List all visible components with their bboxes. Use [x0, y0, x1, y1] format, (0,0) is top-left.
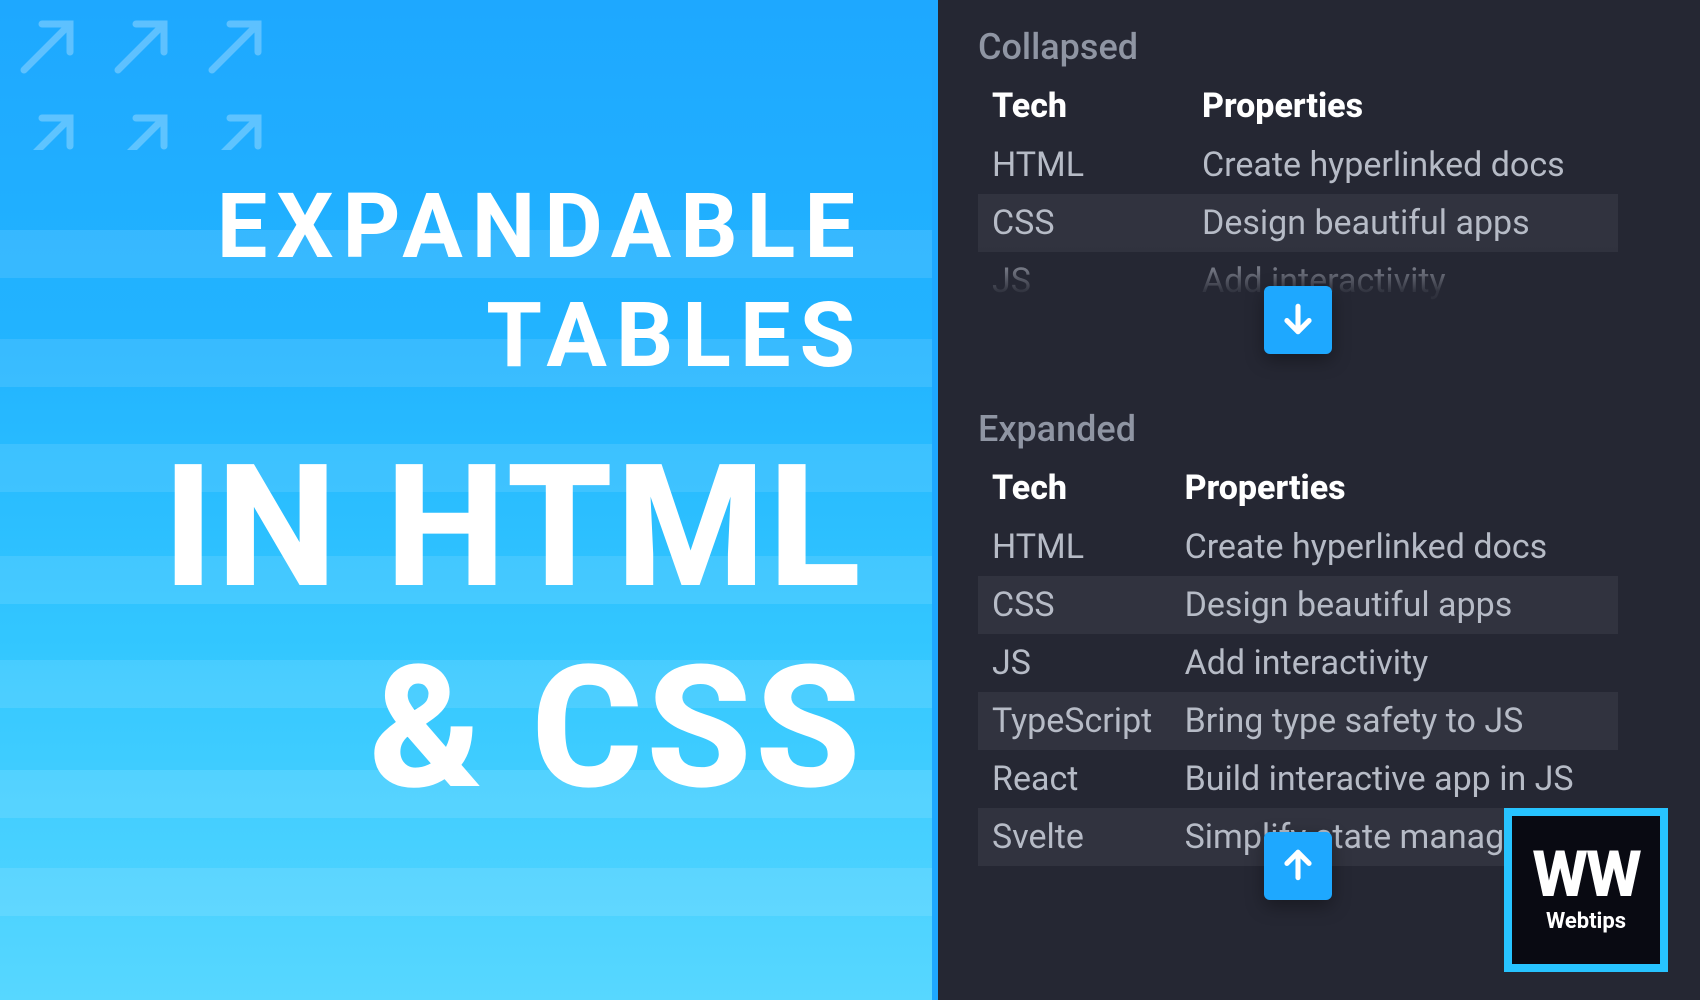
demo-panel: Collapsed Tech Properties HTML Create hy…	[932, 0, 1700, 1000]
collapsed-table: Tech Properties HTML Create hyperlinked …	[978, 76, 1618, 310]
webtips-logo: WW Webtips	[1504, 808, 1668, 972]
expanded-label: Expanded	[978, 408, 1618, 450]
logo-mark: WW	[1532, 846, 1640, 904]
cell-prop: Create hyperlinked docs	[1188, 136, 1618, 194]
cell-tech: HTML	[978, 518, 1171, 576]
cell-tech: TypeScript	[978, 692, 1171, 750]
table-row: CSS Design beautiful apps	[978, 194, 1618, 252]
col-header-tech: Tech	[978, 458, 1171, 518]
hero-panel: EXPANDABLE TABLES IN HTML & CSS	[0, 0, 932, 1000]
hero-line-4: & CSS	[369, 628, 864, 829]
col-header-properties: Properties	[1171, 458, 1618, 518]
arrow-up-icon	[1279, 846, 1317, 887]
cell-prop: Create hyperlinked docs	[1171, 518, 1618, 576]
collapse-button[interactable]	[1264, 832, 1332, 900]
cell-tech: HTML	[978, 136, 1188, 194]
hero-line-3: IN HTML	[163, 427, 864, 628]
cell-prop: Build interactive app in JS	[1171, 750, 1618, 808]
cell-tech: JS	[978, 252, 1188, 310]
cell-prop: Design beautiful apps	[1188, 194, 1618, 252]
table-row: HTML Create hyperlinked docs	[978, 518, 1618, 576]
cell-tech: CSS	[978, 576, 1171, 634]
table-row: CSS Design beautiful apps	[978, 576, 1618, 634]
expand-button[interactable]	[1264, 286, 1332, 354]
hero-title: EXPANDABLE TABLES IN HTML & CSS	[0, 0, 932, 1000]
col-header-properties: Properties	[1188, 76, 1618, 136]
hero-line-1: EXPANDABLE	[217, 172, 864, 282]
cell-prop: Bring type safety to JS	[1171, 692, 1618, 750]
cell-prop: Design beautiful apps	[1171, 576, 1618, 634]
cell-prop: Add interactivity	[1171, 634, 1618, 692]
hero-line-2: TABLES	[486, 281, 864, 391]
table-row: JS Add interactivity	[978, 634, 1618, 692]
arrow-down-icon	[1279, 300, 1317, 341]
table-row: HTML Create hyperlinked docs	[978, 136, 1618, 194]
col-header-tech: Tech	[978, 76, 1188, 136]
logo-label: Webtips	[1546, 909, 1626, 934]
cell-tech: JS	[978, 634, 1171, 692]
cell-prop: Add interactivity	[1188, 252, 1618, 310]
cell-tech: Svelte	[978, 808, 1171, 866]
cell-tech: React	[978, 750, 1171, 808]
table-row: React Build interactive app in JS	[978, 750, 1618, 808]
collapsed-label: Collapsed	[978, 26, 1660, 68]
collapsed-table-wrap: Tech Properties HTML Create hyperlinked …	[978, 76, 1618, 310]
table-row: TypeScript Bring type safety to JS	[978, 692, 1618, 750]
cell-tech: CSS	[978, 194, 1188, 252]
expanded-table: Tech Properties HTML Create hyperlinked …	[978, 458, 1618, 866]
